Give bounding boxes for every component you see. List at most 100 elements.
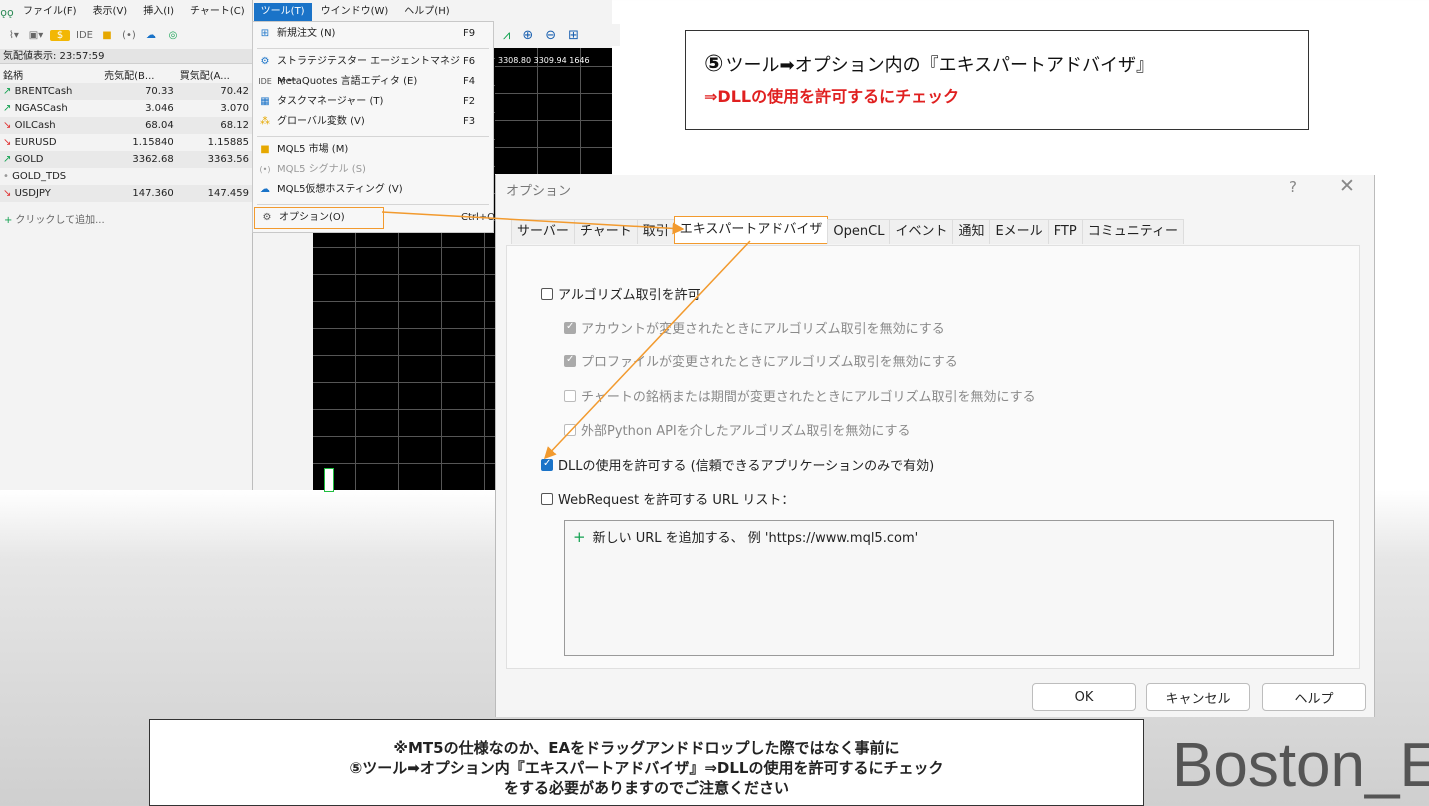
checkbox-unchecked[interactable] bbox=[541, 492, 553, 505]
menu-file[interactable]: ファイル(F) bbox=[16, 3, 84, 21]
menu-item-task-manager[interactable]: ▦ タスクマネージャー (T) F2 bbox=[253, 92, 493, 112]
menu-item-label: MQL5仮想ホスティング (V) bbox=[277, 184, 403, 195]
menu-item-strategy-tester-agents[interactable]: ⚙ ストラテジテスター エージェントマネジャー F6 bbox=[253, 52, 493, 87]
checkbox-checked-disabled[interactable] bbox=[564, 354, 576, 367]
trend-up-icon: ↗ bbox=[3, 86, 12, 97]
dialog-title: オプション bbox=[506, 184, 572, 199]
price-chart-top[interactable] bbox=[495, 48, 612, 174]
menu-window[interactable]: ウインドウ(W) bbox=[314, 3, 396, 21]
allow-dll-checkbox[interactable]: DLLの使用を許可する (信頼できるアプリケーションのみで有効) bbox=[541, 455, 934, 474]
add-url-row[interactable]: + 新しい URL を追加する、 例 'https://www.mql5.com… bbox=[573, 527, 918, 547]
tab-notifications[interactable]: 通知 bbox=[952, 219, 991, 244]
tools-menu-dropdown: ⊞ 新規注文 (N) F9 ⚙ ストラテジテスター エージェントマネジャー F6… bbox=[252, 21, 496, 233]
menu-item-global-variables[interactable]: ⁂ グローバル変数 (V) F3 bbox=[253, 112, 493, 132]
menu-item-label: 新規注文 (N) bbox=[277, 28, 336, 39]
column-header-ask[interactable]: 買気配(A... bbox=[177, 66, 252, 83]
disable-on-profile-change-checkbox[interactable]: プロファイルが変更されたときにアルゴリズム取引を無効にする bbox=[564, 351, 958, 370]
trend-up-icon: ↗ bbox=[3, 154, 12, 165]
tab-expert-advisors[interactable]: エキスパートアドバイザ bbox=[673, 216, 829, 244]
signals-icon[interactable]: (•) bbox=[121, 30, 137, 41]
table-row[interactable]: ↗ BRENTCash 70.33 70.42 bbox=[0, 83, 252, 100]
cloud-icon[interactable]: ☁ bbox=[143, 30, 159, 41]
menu-view[interactable]: 表示(V) bbox=[86, 3, 135, 21]
add-symbol-label: クリックして追加... bbox=[15, 215, 105, 226]
symbol-cell: ↘ USDJPY bbox=[0, 185, 102, 202]
menu-chart[interactable]: チャート(C) bbox=[183, 3, 252, 21]
allow-webrequest-checkbox[interactable]: WebRequest を許可する URL リスト： bbox=[541, 489, 794, 508]
cancel-button[interactable]: キャンセル bbox=[1146, 683, 1250, 711]
checkbox-checked-disabled[interactable] bbox=[564, 321, 576, 334]
column-header-symbol[interactable]: 銘柄 bbox=[0, 66, 101, 83]
menu-help[interactable]: ヘルプ(H) bbox=[397, 3, 456, 21]
grid-icon[interactable]: ⊞ bbox=[568, 28, 579, 43]
checkbox-unchecked[interactable] bbox=[541, 287, 553, 300]
brand-watermark: Boston_EA bbox=[1172, 731, 1429, 800]
menu-item-mql5-market[interactable]: ■ MQL5 市場 (M) bbox=[253, 140, 493, 160]
autotrading-icon[interactable]: ◎ bbox=[165, 30, 181, 41]
instruction-callout: ⑤ ツール➡オプション内の『エキスパートアドバイザ』 ⇒DLLの使用を許可するに… bbox=[685, 30, 1309, 130]
tab-opencl[interactable]: OpenCL bbox=[827, 219, 891, 244]
shortcut-label: Ctrl+O bbox=[461, 212, 496, 223]
menu-tools[interactable]: ツール(T) bbox=[253, 3, 312, 21]
line-chart-icon[interactable]: ⌇▾ bbox=[6, 30, 22, 41]
ok-button[interactable]: OK bbox=[1032, 683, 1136, 711]
menu-item-virtual-hosting[interactable]: ☁ MQL5仮想ホスティング (V) bbox=[253, 180, 493, 200]
tab-trade[interactable]: 取引 bbox=[636, 219, 675, 244]
tab-ftp[interactable]: FTP bbox=[1047, 219, 1083, 244]
template-icon[interactable]: ▣▾ bbox=[28, 30, 44, 41]
url-list[interactable]: + 新しい URL を追加する、 例 'https://www.mql5.com… bbox=[564, 520, 1334, 656]
menu-item-label: オプション(O) bbox=[279, 212, 345, 223]
table-row[interactable]: ↘ USDJPY 147.360 147.459 bbox=[0, 185, 252, 202]
ide-icon[interactable]: IDE bbox=[76, 30, 93, 41]
menu-item-metaeditor[interactable]: IDE MetaQuotes 言語エディタ (E) F4 bbox=[253, 72, 493, 92]
help-button[interactable]: ヘルプ bbox=[1262, 683, 1366, 711]
add-symbol-row[interactable]: + クリックして追加... bbox=[4, 211, 105, 226]
shortcut-label bbox=[463, 160, 493, 180]
symbol-cell: ↘ OILCash bbox=[0, 117, 102, 134]
tab-chart[interactable]: チャート bbox=[573, 219, 638, 244]
menu-item-mql5-signals[interactable]: (•) MQL5 シグナル (S) bbox=[253, 160, 493, 180]
task-manager-icon: ▦ bbox=[260, 96, 270, 107]
table-row[interactable]: ↗ NGASCash 3.046 3.070 bbox=[0, 100, 252, 117]
shortcut-label: F6 bbox=[463, 56, 476, 67]
zoom-in-icon[interactable]: ⊕ bbox=[522, 28, 533, 43]
table-row[interactable]: • GOLD_TDS bbox=[0, 168, 252, 185]
column-header-bid[interactable]: 売気配(B... bbox=[101, 66, 177, 83]
tab-email[interactable]: Eメール bbox=[989, 219, 1049, 244]
trade-icon[interactable]: $ bbox=[50, 29, 70, 41]
market-bag-icon: ■ bbox=[260, 144, 270, 155]
help-icon[interactable]: ? bbox=[1289, 178, 1297, 196]
disable-python-api-checkbox[interactable]: 外部Python APIを介したアルゴリズム取引を無効にする bbox=[564, 420, 911, 439]
disable-on-account-change-checkbox[interactable]: アカウントが変更されたときにアルゴリズム取引を無効にする bbox=[564, 318, 945, 337]
market-watch-table: 銘柄 売気配(B... 買気配(A... ↗ BRENTCash 70.33 70.… bbox=[0, 66, 252, 202]
trend-down-icon: ↘ bbox=[3, 188, 12, 199]
close-icon[interactable]: ✕ bbox=[1339, 175, 1355, 197]
tab-server[interactable]: サーバー bbox=[511, 219, 575, 244]
checkbox-unchecked-disabled[interactable] bbox=[564, 423, 576, 436]
disable-on-chart-change-checkbox[interactable]: チャートの銘柄または期間が変更されたときにアルゴリズム取引を無効にする bbox=[564, 386, 1036, 405]
ask-cell: 3363.56 bbox=[176, 151, 252, 168]
allow-algo-trading-checkbox[interactable]: アルゴリズム取引を許可 bbox=[541, 284, 701, 303]
menu-item-options[interactable]: ⚙ オプション(O) bbox=[254, 207, 384, 229]
checkbox-checked[interactable] bbox=[541, 458, 553, 471]
market-bag-icon[interactable]: ■ bbox=[99, 30, 115, 41]
trend-neutral-icon: • bbox=[3, 171, 9, 182]
tab-events[interactable]: イベント bbox=[889, 219, 954, 244]
indicator-icon[interactable]: ⩘ bbox=[503, 28, 510, 43]
tab-community[interactable]: コミュニティー bbox=[1081, 219, 1184, 244]
zoom-out-icon[interactable]: ⊖ bbox=[545, 28, 556, 43]
note-line: ⑤ツール➡オプション内『エキスパートアドバイザ』⇒DLLの使用を許可するにチェッ… bbox=[349, 759, 944, 777]
table-row[interactable]: ↗ GOLD 3362.68 3363.56 bbox=[0, 151, 252, 168]
menu-item-new-order[interactable]: ⊞ 新規注文 (N) F9 bbox=[253, 24, 493, 44]
checkbox-unchecked-disabled[interactable] bbox=[564, 389, 576, 402]
table-row[interactable]: ↘ OILCash 68.04 68.12 bbox=[0, 117, 252, 134]
shortcut-label: F3 bbox=[463, 116, 476, 127]
bid-cell bbox=[101, 168, 177, 185]
menu-insert[interactable]: 挿入(I) bbox=[136, 3, 181, 21]
bid-cell: 68.04 bbox=[101, 117, 177, 134]
menu-separator bbox=[257, 48, 489, 49]
table-row[interactable]: ↘ EURUSD 1.15840 1.15885 bbox=[0, 134, 252, 151]
plus-icon: + bbox=[4, 215, 13, 226]
options-dialog: オプション ? ✕ サーバー チャート 取引 エキスパートアドバイザ OpenC… bbox=[495, 175, 1375, 717]
menubar: ǫǫ ファイル(F) 表示(V) 挿入(I) チャート(C) ツール(T) ウイ… bbox=[0, 3, 612, 21]
